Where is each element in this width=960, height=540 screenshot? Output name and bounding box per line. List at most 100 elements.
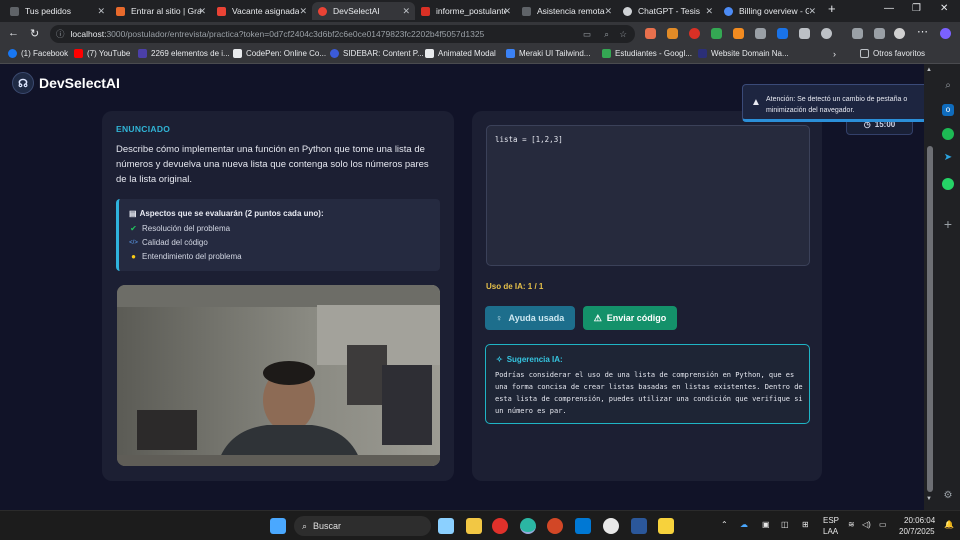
chevron-up-icon[interactable]: ⌃ xyxy=(721,520,728,529)
powerpoint-icon[interactable] xyxy=(547,518,563,534)
scroll-down-icon[interactable]: ▼ xyxy=(926,496,932,502)
tray-app-icon[interactable]: ◫ xyxy=(781,520,789,529)
bookmark-favicon-icon xyxy=(425,49,434,58)
spotify-icon[interactable] xyxy=(942,128,954,140)
bookmark-codepen[interactable]: CodePen: Online Co... xyxy=(233,49,326,58)
tab-chatgpt[interactable]: ChatGPT - Tesis ✕ xyxy=(617,2,718,20)
back-icon[interactable]: ← xyxy=(8,27,19,39)
code-editor[interactable]: lista = [1,2,3] xyxy=(486,125,810,266)
file-explorer-icon[interactable] xyxy=(466,518,482,534)
extension-icon[interactable] xyxy=(733,28,744,39)
shield-icon[interactable] xyxy=(711,28,722,39)
close-tab-icon[interactable]: ✕ xyxy=(299,6,307,17)
zoom-icon[interactable]: ⌕ xyxy=(604,29,609,40)
clipboard-icon: ▤ xyxy=(129,209,137,218)
tab-devselectai[interactable]: DevSelectAI ✕ xyxy=(312,2,415,20)
gmail-icon xyxy=(217,6,226,16)
address-bar[interactable]: ⓘ localhost: 3000/postulador/entrevista/p… xyxy=(50,25,635,43)
extension-icon[interactable] xyxy=(667,28,678,39)
clock-app-icon[interactable] xyxy=(603,518,619,534)
tab-tus-pedidos[interactable]: Tus pedidos ✕ xyxy=(4,2,110,20)
help-used-button[interactable]: ♀ Ayuda usada xyxy=(485,306,575,330)
reload-icon[interactable]: ↻ xyxy=(30,27,39,40)
copilot-icon[interactable] xyxy=(438,518,454,534)
bookmarks-bar: (1) Facebook (7) YouTube 2269 elementos … xyxy=(0,46,960,64)
site-info-icon[interactable]: ⓘ xyxy=(56,28,65,40)
more-menu-icon[interactable]: ⋯ xyxy=(917,25,928,38)
close-tab-icon[interactable]: ✕ xyxy=(503,6,511,17)
close-tab-icon[interactable]: ✕ xyxy=(604,6,612,17)
language-indicator[interactable]: ESP xyxy=(823,516,839,525)
word-icon[interactable] xyxy=(631,518,647,534)
minimize-icon[interactable]: — xyxy=(884,3,894,14)
start-windows-icon[interactable] xyxy=(270,518,286,534)
extension-icon[interactable] xyxy=(777,28,788,39)
brave-extension-icon[interactable] xyxy=(645,28,656,39)
close-tab-icon[interactable]: ✕ xyxy=(705,6,713,17)
adblock-icon[interactable] xyxy=(689,28,700,39)
onedrive-icon[interactable]: ☁ xyxy=(740,520,748,529)
scroll-up-icon[interactable]: ▲ xyxy=(926,67,932,73)
bookmark-facebook[interactable]: (1) Facebook xyxy=(8,49,68,58)
maximize-icon[interactable]: ❐ xyxy=(912,3,921,14)
bookmark-estudiantes[interactable]: Estudiantes - Googl... xyxy=(602,49,692,58)
aspect-item: </> Calidad del código xyxy=(129,238,208,247)
tab-billing-overview[interactable]: Billing overview - G ✕ xyxy=(718,2,821,20)
new-tab-icon[interactable]: + xyxy=(828,1,836,16)
tab-informe-postulante[interactable]: informe_postulante ✕ xyxy=(415,2,516,20)
settings-gear-icon[interactable]: ⚙ xyxy=(942,490,954,502)
tray-app-icon[interactable]: ▣ xyxy=(762,520,770,529)
outlook-icon[interactable]: o xyxy=(942,104,954,116)
warning-icon: ▲ xyxy=(751,97,761,108)
tab-asistencia-remota[interactable]: Asistencia remota ✕ xyxy=(516,2,617,20)
volume-icon[interactable]: ◁) xyxy=(862,520,871,529)
bookmark-meraki[interactable]: Meraki UI Tailwind... xyxy=(506,49,590,58)
tab-vacante-asignada[interactable]: Vacante asignada ✕ xyxy=(211,2,312,20)
submit-code-button[interactable]: ⚠ Enviar código xyxy=(583,306,677,330)
close-window-icon[interactable]: ✕ xyxy=(940,3,948,14)
puzzle-icon[interactable] xyxy=(821,28,832,39)
brand[interactable]: ☊ DevSelectAI xyxy=(12,72,120,94)
tab-entrar-al-sitio[interactable]: Entrar al sitio | Gra ✕ xyxy=(110,2,211,20)
taskbar-search[interactable]: ⌕ Buscar xyxy=(294,516,431,536)
scrollbar-thumb[interactable] xyxy=(927,146,933,492)
close-tab-icon[interactable]: ✕ xyxy=(198,6,206,17)
clock-time[interactable]: 20:06:04 xyxy=(904,516,935,525)
notifications-icon[interactable]: 🔔 xyxy=(944,520,954,529)
wifi-icon[interactable]: ≋ xyxy=(848,520,855,529)
bookmark-elementos[interactable]: 2269 elementos de i... xyxy=(138,49,230,58)
bookmark-star-icon[interactable]: ☆ xyxy=(619,29,627,40)
camera-icon[interactable]: ▭ xyxy=(583,29,591,40)
downloads-icon[interactable] xyxy=(874,28,885,39)
extension-icon[interactable] xyxy=(755,28,766,39)
bookmark-website-domain[interactable]: Website Domain Na... xyxy=(698,49,789,58)
recording-icon xyxy=(318,6,327,16)
search-icon[interactable]: ⌕ xyxy=(942,80,954,92)
battery-icon[interactable]: ▭ xyxy=(879,520,887,529)
page-scrollbar[interactable]: ▲ ▼ xyxy=(924,64,936,510)
sticky-notes-icon[interactable] xyxy=(658,518,674,534)
bookmark-youtube[interactable]: (7) YouTube xyxy=(74,49,130,58)
tray-app-icon[interactable]: ⊞ xyxy=(802,520,809,529)
chevron-right-icon[interactable]: › xyxy=(833,49,836,59)
close-tab-icon[interactable]: ✕ xyxy=(97,6,105,17)
clock-date[interactable]: 20/7/2025 xyxy=(899,527,935,536)
facebook-icon xyxy=(8,49,17,58)
avatar[interactable] xyxy=(894,28,905,39)
extension-icon[interactable] xyxy=(799,28,810,39)
close-tab-icon[interactable]: ✕ xyxy=(402,6,410,17)
bookmark-sidebar[interactable]: SIDEBAR: Content P... xyxy=(330,49,424,58)
close-tab-icon[interactable]: ✕ xyxy=(808,6,816,17)
code-icon: </> xyxy=(129,239,138,246)
add-icon[interactable]: + xyxy=(942,217,954,231)
copilot-icon[interactable] xyxy=(940,28,951,39)
telegram-icon[interactable]: ➤ xyxy=(942,152,954,164)
bookmark-animated-modal[interactable]: Animated Modal xyxy=(425,49,496,58)
whatsapp-icon[interactable] xyxy=(942,178,954,190)
favorites-icon[interactable] xyxy=(852,28,863,39)
edge-icon[interactable] xyxy=(520,518,536,534)
vscode-icon[interactable] xyxy=(575,518,591,534)
other-bookmarks[interactable]: Otros favoritos xyxy=(860,49,925,58)
opera-icon[interactable] xyxy=(492,518,508,534)
keyboard-layout[interactable]: LAA xyxy=(823,527,838,536)
